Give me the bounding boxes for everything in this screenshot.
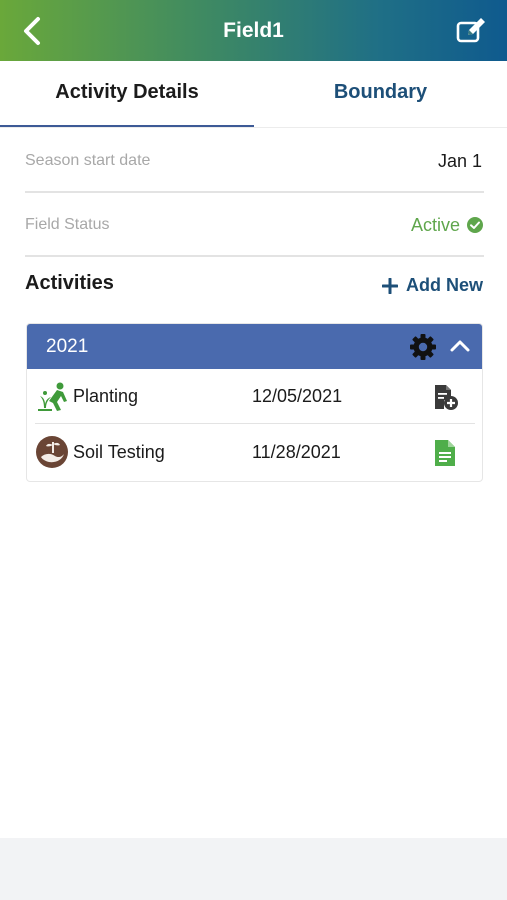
activity-name: Soil Testing — [73, 442, 165, 462]
soil-testing-icon — [36, 436, 68, 468]
status-text: Active — [410, 215, 460, 235]
add-new-button[interactable]: Add New — [381, 275, 483, 296]
tab-bar: Activity Details Boundary — [0, 61, 507, 128]
tab-divider — [0, 127, 507, 128]
plus-icon — [381, 277, 398, 294]
chevron-up-icon — [450, 340, 470, 352]
planting-icon — [38, 382, 67, 411]
season-start-value: Jan 1 — [437, 151, 482, 171]
season-start-label: Season start date — [25, 152, 151, 169]
edit-button[interactable] — [455, 15, 489, 47]
activity-row-soil-testing[interactable]: Soil Testing 11/28/2021 — [27, 425, 482, 479]
activity-row-planting[interactable]: Planting 12/05/2021 — [27, 369, 482, 423]
document-icon[interactable] — [430, 438, 460, 468]
collapse-button[interactable] — [447, 334, 473, 358]
gear-icon — [410, 334, 436, 360]
page-title: Field1 — [223, 19, 284, 42]
settings-button[interactable] — [408, 332, 438, 362]
year-label: 2021 — [46, 336, 89, 357]
field-status-label: Field Status — [25, 216, 110, 233]
tab-activity-details[interactable]: Activity Details — [0, 61, 254, 125]
field-status-row: Field Status Active — [25, 194, 484, 256]
year-header[interactable]: 2021 — [27, 324, 482, 369]
divider — [25, 255, 484, 257]
app-header: Field1 — [0, 0, 507, 61]
divider — [35, 423, 475, 424]
activity-date: 12/05/2021 — [252, 386, 343, 406]
season-start-row: Season start date Jan 1 — [25, 130, 484, 192]
activity-name: Planting — [73, 386, 139, 406]
divider — [25, 191, 484, 193]
activity-year-card: 2021 Planting 12/05/2021 Soil Testing 11… — [26, 323, 483, 482]
add-new-label: Add New — [405, 275, 483, 295]
field-status-value: Active — [411, 194, 484, 256]
bottom-bar — [0, 838, 507, 900]
tab-boundary[interactable]: Boundary — [254, 61, 507, 125]
activities-heading: Activities — [25, 272, 114, 294]
edit-icon — [456, 18, 485, 43]
check-circle-icon — [467, 217, 483, 233]
activity-date: 11/28/2021 — [252, 442, 341, 462]
add-document-icon[interactable] — [430, 382, 460, 412]
